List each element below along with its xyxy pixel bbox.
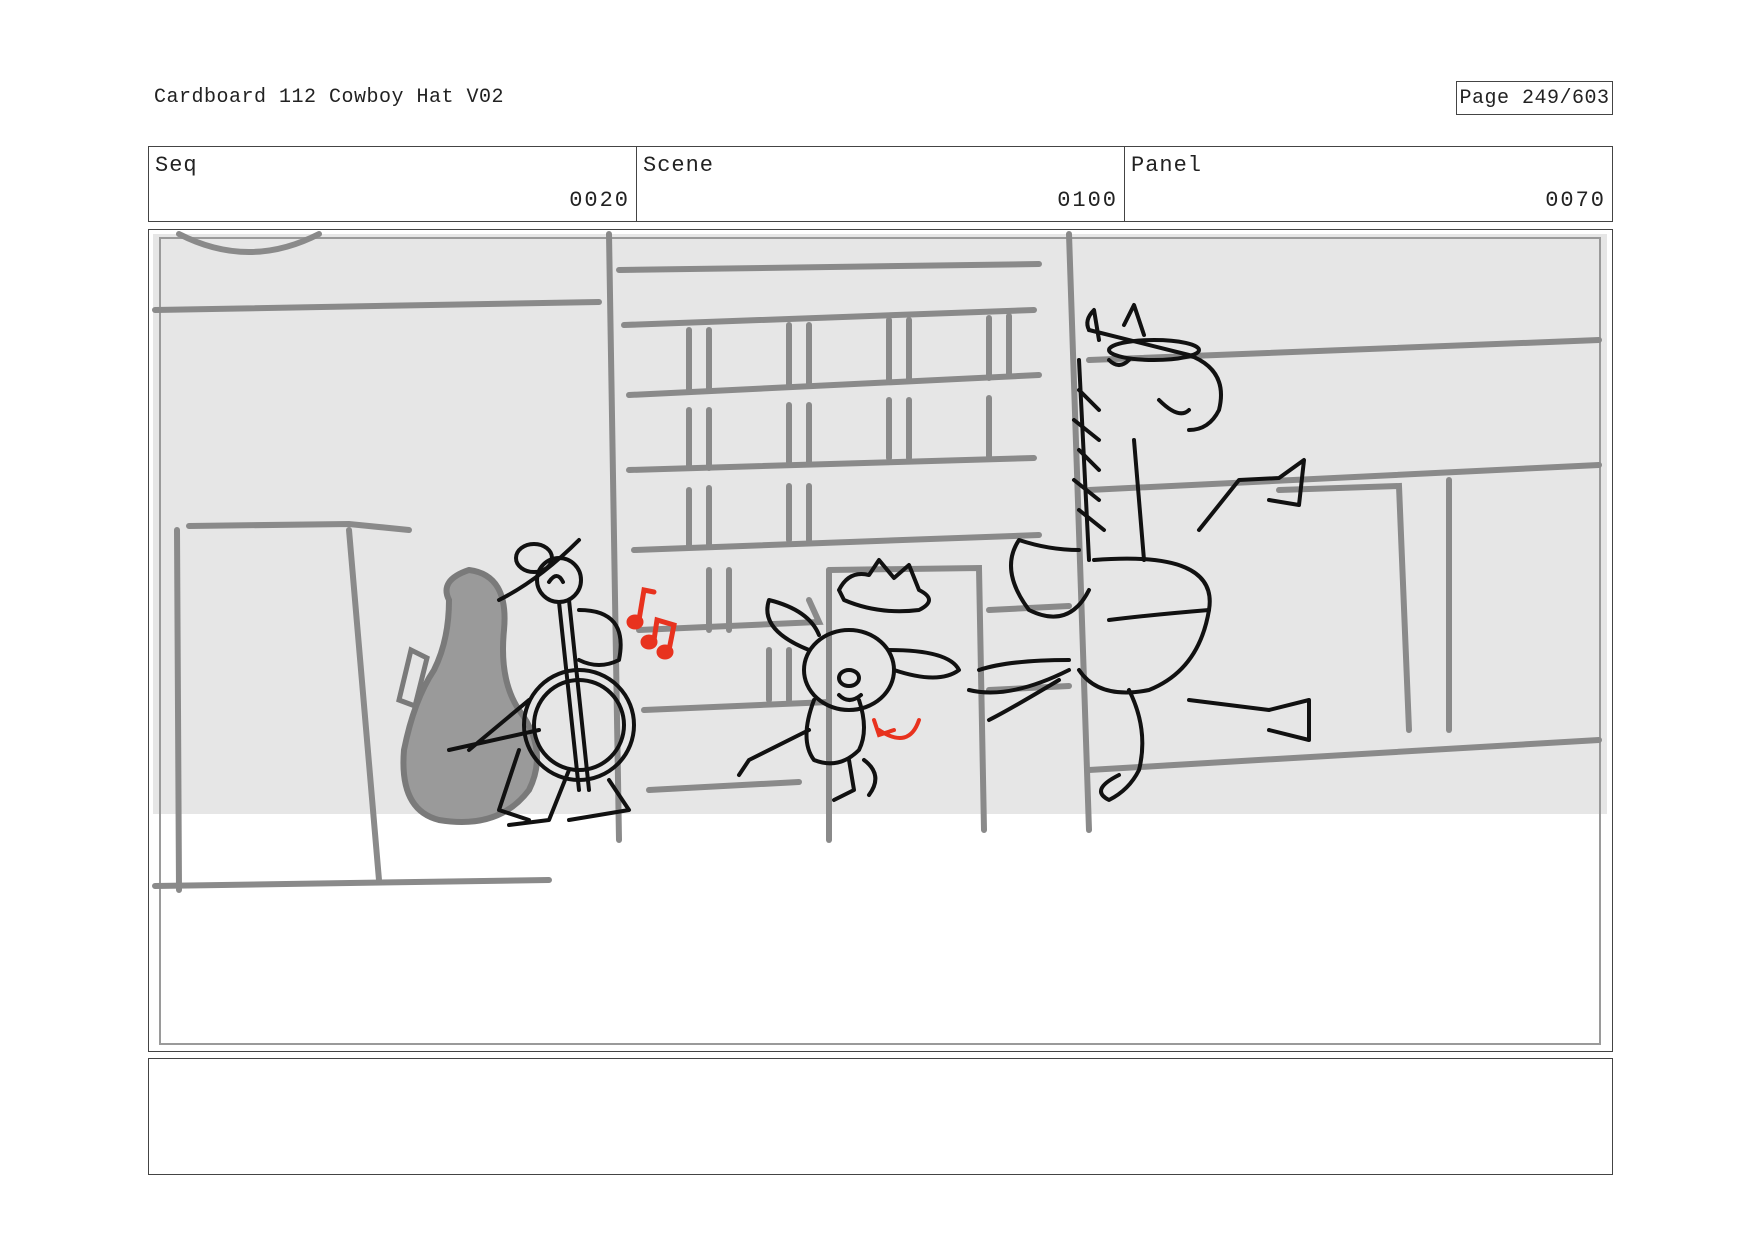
seq-value: 0020 [569,188,630,213]
panel-metadata-row: Seq 0020 Scene 0100 Panel 0070 [148,146,1613,222]
panel-value: 0070 [1545,188,1606,213]
scene-value: 0100 [1057,188,1118,213]
panel-cell: Panel 0070 [1125,147,1612,221]
scene-cell: Scene 0100 [637,147,1125,221]
panel-label: Panel [1131,153,1203,178]
seq-cell: Seq 0020 [149,147,637,221]
scene-label: Scene [643,153,715,178]
floor-area [153,814,1607,1044]
storyboard-sketch [152,231,1607,1045]
seq-label: Seq [155,153,198,178]
document-title: Cardboard 112 Cowboy Hat V02 [154,86,505,109]
page-indicator: Page 249/603 [1456,81,1613,115]
storyboard-panel [148,229,1613,1052]
panel-notes [148,1058,1613,1175]
